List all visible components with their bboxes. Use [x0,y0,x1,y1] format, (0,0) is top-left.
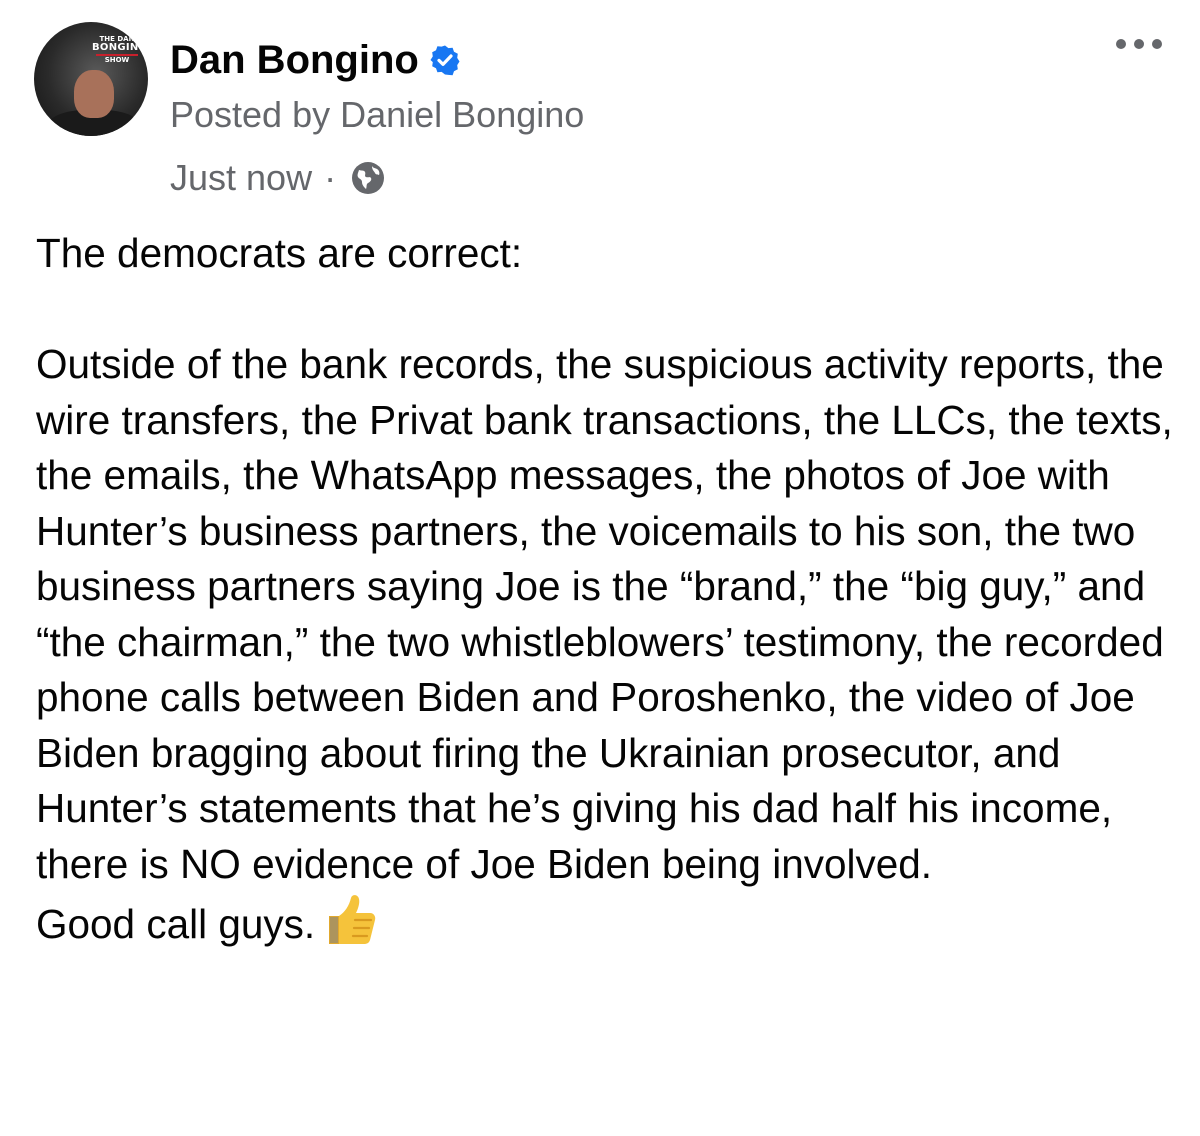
post-meta: Just now · [170,150,386,206]
avatar-show-logo: THE DAN BONGINO SHOW [92,35,148,64]
author-avatar[interactable]: THE DAN BONGINO SHOW [34,22,148,136]
post-timestamp[interactable]: Just now [170,157,312,199]
post-intro-line: The democrats are correct: [36,230,523,276]
globe-icon[interactable] [350,160,386,196]
facebook-post: THE DAN BONGINO SHOW Dan Bongino Posted … [0,0,1200,1136]
more-options-icon[interactable] [1116,34,1162,54]
avatar-face [74,70,114,118]
closing-text: Good call guys. [36,901,316,947]
author-name[interactable]: Dan Bongino [170,38,419,83]
author-row: Dan Bongino [170,30,461,90]
verified-badge-icon [430,45,460,76]
meta-separator: · [324,157,337,198]
post-main-paragraph: Outside of the bank records, the suspici… [36,341,1173,887]
thumbs-up-icon [329,895,376,944]
posted-by-label: Posted by Daniel Bongino [170,94,585,135]
post-body: The democrats are correct: Outside of th… [36,226,1176,953]
post-closing-line: Good call guys. [36,892,1176,953]
